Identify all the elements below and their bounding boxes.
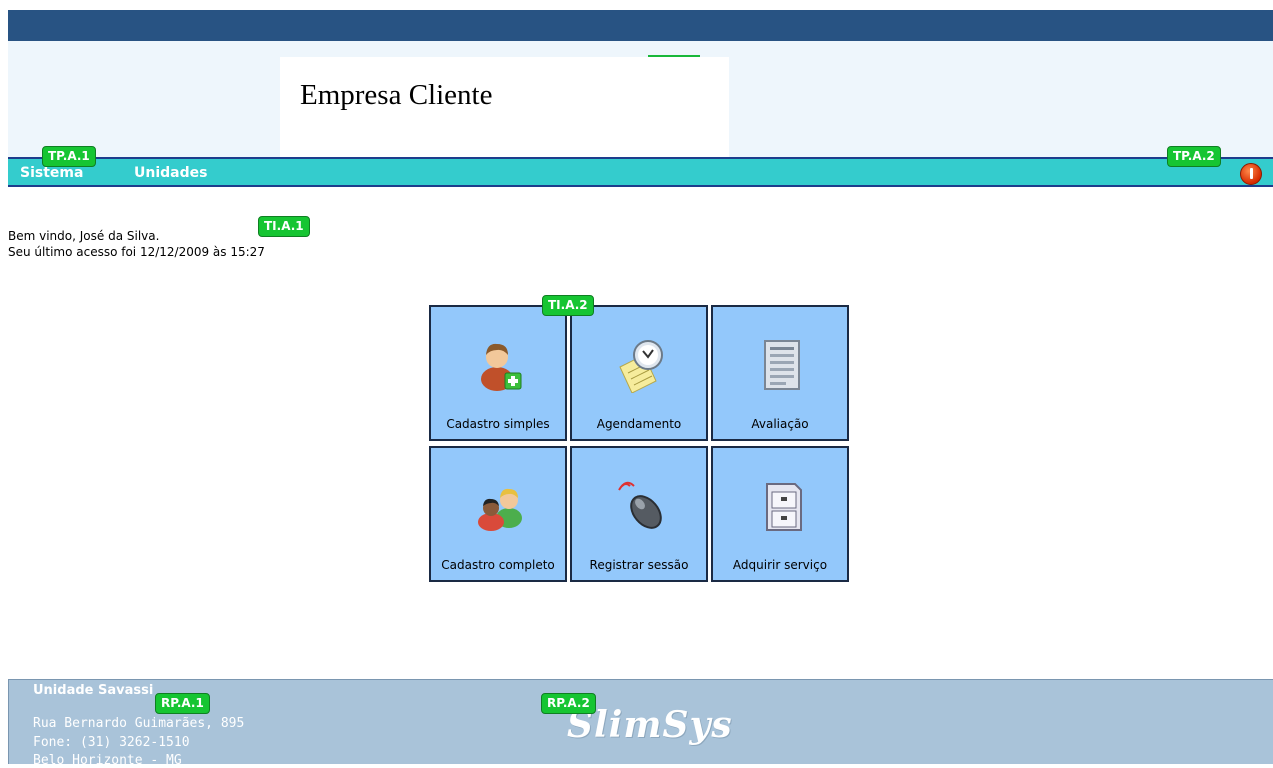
tile-label: Registrar sessão	[589, 558, 689, 572]
clock-notepad-icon	[619, 340, 663, 393]
unit-address: Rua Bernardo Guimarães, 895	[33, 716, 245, 731]
last-access-line: Seu último acesso foi 12/12/2009 às 15:2…	[8, 245, 265, 259]
tile-adquirir-servico[interactable]: Adquirir serviço	[711, 446, 849, 582]
tile-avaliacao[interactable]: Avaliação	[711, 305, 849, 441]
tile-registrar-sessao[interactable]: Registrar sessão	[570, 446, 708, 582]
tile-label: Avaliação	[751, 417, 809, 431]
group-users-icon	[478, 488, 522, 531]
menu-bar: Sistema Unidades	[8, 157, 1273, 187]
top-bar	[8, 10, 1273, 41]
tile-label: Cadastro simples	[446, 417, 550, 431]
unit-name: Unidade Savassi	[33, 683, 154, 698]
power-icon[interactable]	[1240, 163, 1262, 185]
document-list-icon	[764, 340, 800, 390]
mouse-icon	[618, 481, 662, 529]
welcome-line: Bem vindo, José da Silva.	[8, 229, 160, 243]
annotation-tag: TI.A.1	[258, 216, 310, 237]
tile-cadastro-simples[interactable]: Cadastro simples	[429, 305, 567, 441]
tile-label: Cadastro completo	[441, 558, 555, 572]
add-user-icon	[481, 343, 522, 391]
tile-label: Adquirir serviço	[732, 558, 828, 572]
menu-item-unidades[interactable]: Unidades	[134, 165, 207, 181]
annotation-tag: RP.A.1	[155, 693, 210, 714]
annotation-tag: TP.A.2	[1167, 146, 1221, 167]
footer: Unidade Savassi Rua Bernardo Guimarães, …	[8, 679, 1273, 768]
unit-phone: Fone: (31) 3262-1510	[33, 735, 190, 750]
annotation-tag: TI.A.2	[542, 295, 594, 316]
tile-agendamento[interactable]: Agendamento	[570, 305, 708, 441]
unit-city: Belo Horizonte - MG	[33, 753, 182, 768]
annotation-tag: RP.A.2	[541, 693, 596, 714]
tile-label: Agendamento	[596, 417, 682, 431]
welcome-message: Bem vindo, José da Silva. Seu último ace…	[8, 228, 265, 260]
header: Empresa Cliente	[8, 41, 1273, 157]
company-name: Empresa Cliente	[300, 79, 493, 111]
annotation-tag: TP.A.1	[42, 146, 96, 167]
filing-cabinet-icon	[766, 483, 802, 531]
menu-item-sistema[interactable]: Sistema	[20, 165, 83, 181]
shortcut-grid: Cadastro simples Agendamento Avaliação C…	[429, 305, 849, 584]
company-banner: Empresa Cliente	[280, 57, 729, 157]
tile-cadastro-completo[interactable]: Cadastro completo	[429, 446, 567, 582]
